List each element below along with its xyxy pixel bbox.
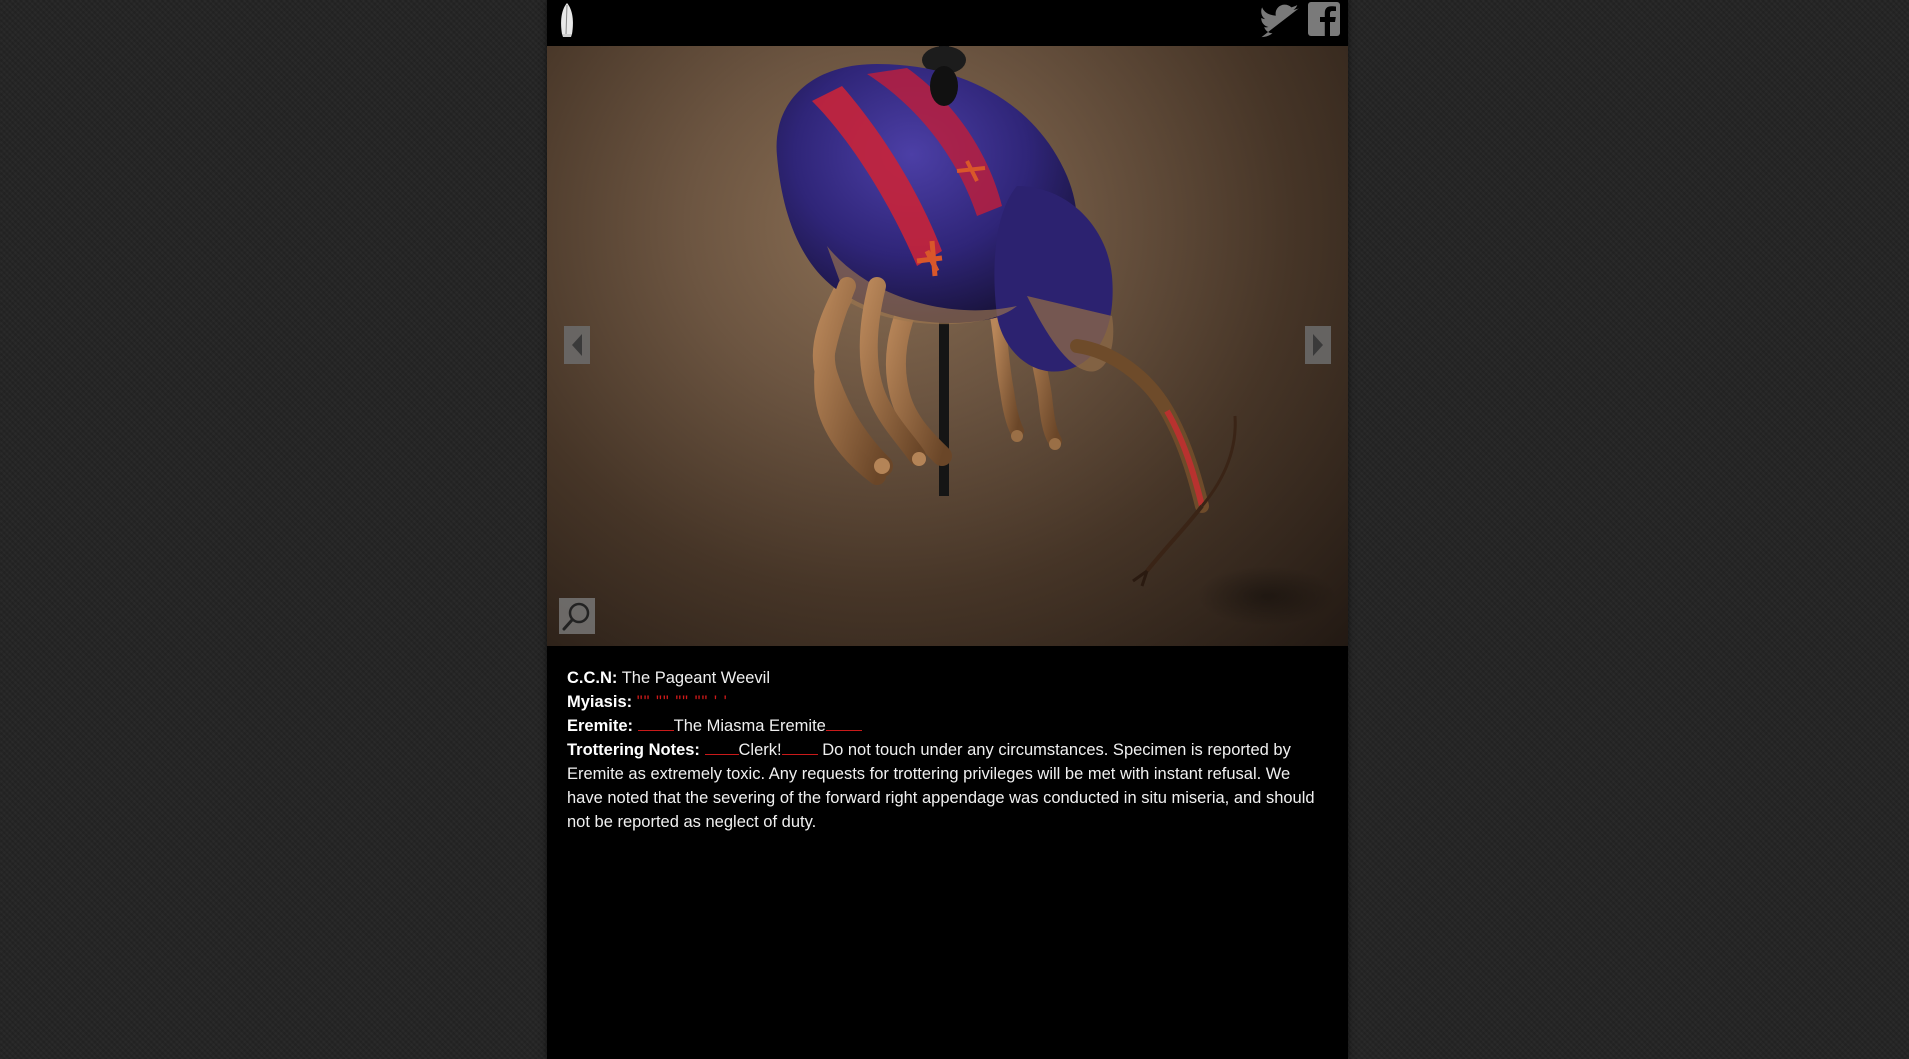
magnifier-icon[interactable] — [559, 598, 595, 634]
eremite-value: The Miasma Eremite — [673, 717, 826, 735]
eremite-row: Eremite: The Miasma Eremite — [567, 714, 1327, 738]
ccn-label: C.C.N: — [567, 669, 618, 687]
myiasis-label: Myiasis: — [567, 693, 633, 711]
myiasis-value: "" "" "" "" ' ' — [636, 693, 728, 711]
weevil-illustration — [776, 46, 1337, 626]
ccn-value: The Pageant Weevil — [621, 669, 771, 687]
content-panel: C.C.N: The Pageant Weevil Myiasis: "" ""… — [547, 0, 1348, 1059]
twitter-icon[interactable] — [1260, 0, 1302, 40]
redaction-mark — [704, 740, 739, 755]
myiasis-row: Myiasis: "" "" "" "" ' ' — [567, 690, 1327, 714]
specimen-image — [547, 46, 1348, 646]
ccn-row: C.C.N: The Pageant Weevil — [567, 666, 1327, 690]
eremite-label: Eremite: — [567, 717, 634, 735]
notes-row: Trottering Notes: Clerk! Do not touch un… — [567, 738, 1327, 834]
redaction-mark — [781, 740, 818, 755]
specimen-details: C.C.N: The Pageant Weevil Myiasis: "" ""… — [567, 666, 1327, 834]
top-bar — [547, 0, 1348, 46]
redaction-mark — [825, 716, 862, 731]
facebook-icon[interactable] — [1306, 0, 1342, 40]
quill-logo-icon[interactable] — [554, 0, 580, 40]
left-arrow-icon[interactable] — [564, 326, 590, 364]
notes-prefix: Clerk! — [738, 741, 782, 759]
redaction-mark — [637, 716, 674, 731]
notes-label: Trottering Notes: — [567, 741, 700, 759]
right-arrow-icon[interactable] — [1305, 326, 1331, 364]
